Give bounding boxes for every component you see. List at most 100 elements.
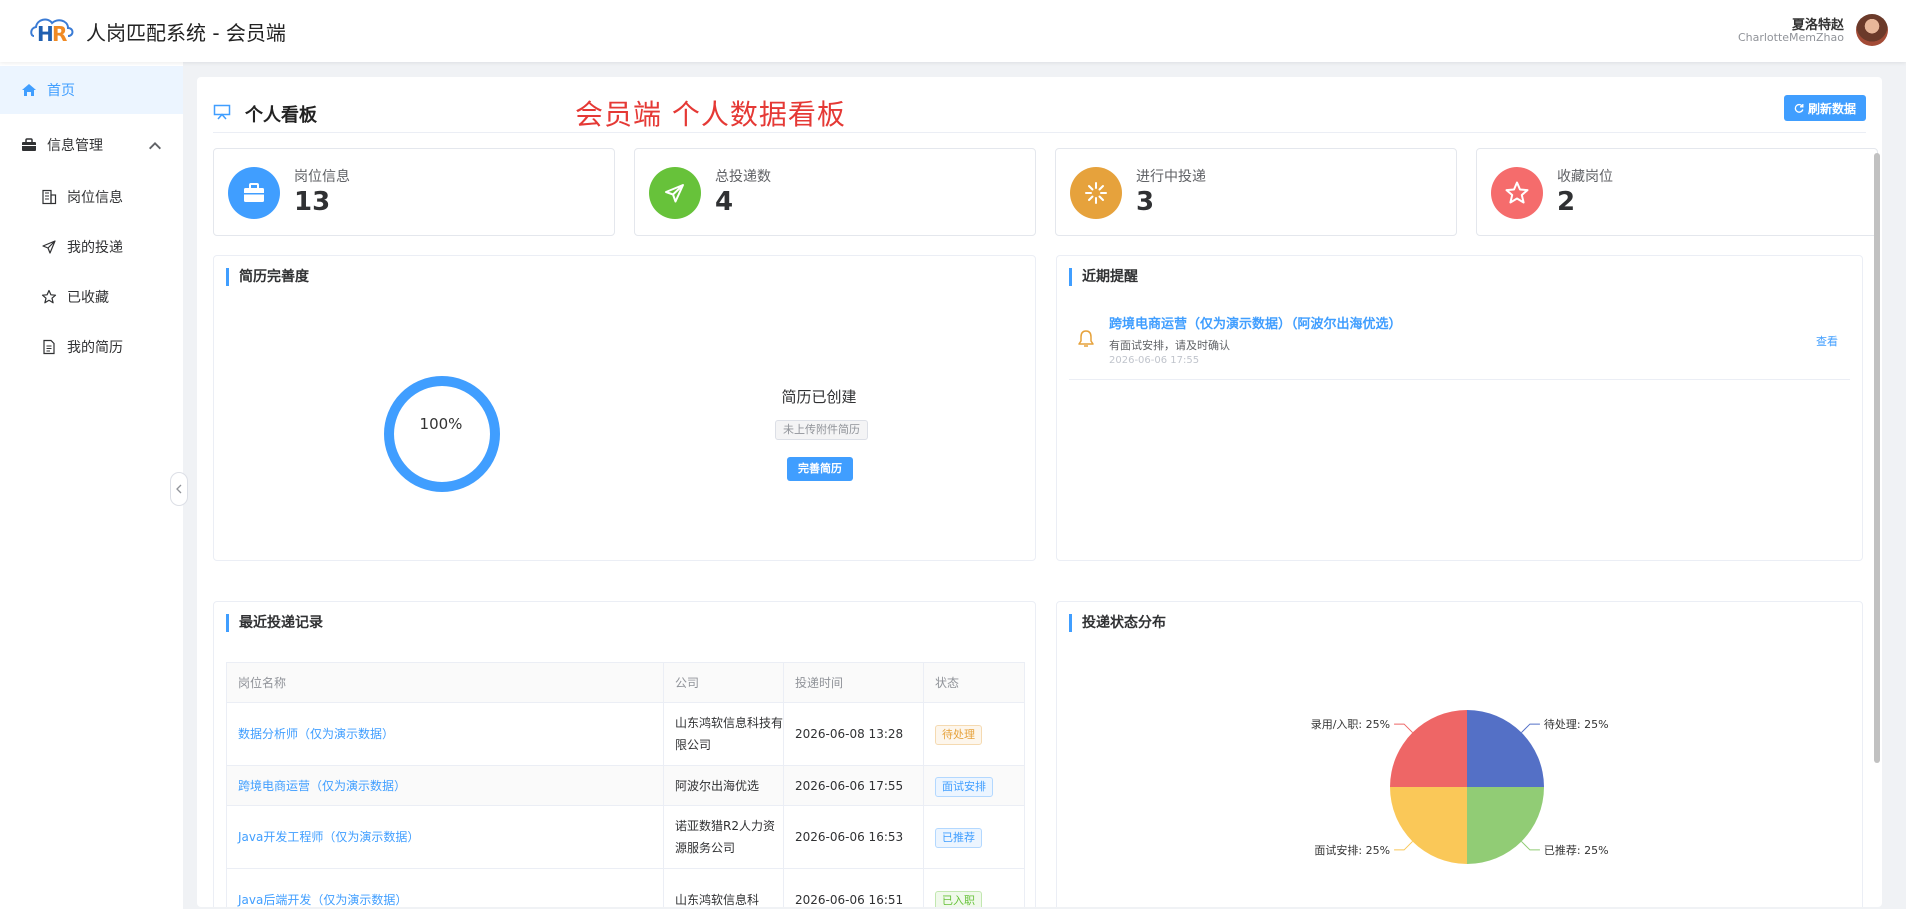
annotation-text: 会员端 个人数据看板 (575, 98, 846, 131)
job-name-link[interactable]: 数据分析师（仅为演示数据） (226, 702, 664, 766)
stat-card-favorites[interactable]: 收藏岗位 2 (1476, 148, 1878, 236)
pie-label-0: 待处理: 25% (1544, 717, 1609, 731)
reminder-title-link[interactable]: 跨境电商运营（仅为演示数据）（阿波尔出海优选） (1109, 313, 1402, 332)
resume-completeness-panel: 简历完善度 100% 简历已创建 未上传附件简历 完善简历 (213, 255, 1036, 561)
sidebar-group-label: 信息管理 (47, 138, 103, 154)
star-icon (41, 289, 57, 304)
home-icon (22, 84, 36, 96)
recent-applications-panel: 最近投递记录 岗位名称 公司 投递时间 状态 数据分析师（仅为演示数据） 山东鸿… (213, 601, 1036, 907)
status-cell: 已入职 (923, 868, 1025, 907)
status-pie-chart: 待处理: 25% 已推荐: 25% 面试安排: 25% 录用/入职: 25% (1311, 710, 1609, 864)
resume-status-text: 简历已创建 (781, 388, 857, 406)
briefcase-icon (22, 138, 36, 151)
time-cell: 2026-06-06 16:53 (783, 805, 924, 869)
status-badge: 已入职 (935, 891, 982, 907)
status-badge: 面试安排 (935, 776, 993, 797)
stat-value: 13 (294, 187, 331, 217)
vertical-scrollbar[interactable] (1874, 153, 1880, 763)
company-cell: 山东鸿软信息科技有限公司 (663, 702, 784, 766)
table-row: Java后端开发（仅为演示数据） 山东鸿软信息科 2026-06-06 16:5… (226, 868, 1025, 907)
stat-label: 岗位信息 (294, 169, 350, 185)
sidebar-item-label: 已收藏 (67, 290, 109, 306)
reminder-description: 有面试安排，请及时确认 (1109, 339, 1230, 352)
table-row: 跨境电商运营（仅为演示数据） 阿波尔出海优选 2026-06-06 17:55 … (226, 765, 1025, 806)
complete-resume-button[interactable]: 完善简历 (787, 457, 853, 481)
stat-label: 收藏岗位 (1557, 169, 1613, 185)
sidebar-item-label: 我的投递 (67, 240, 123, 256)
applications-table: 岗位名称 公司 投递时间 状态 数据分析师（仅为演示数据） 山东鸿软信息科技有限… (226, 662, 1025, 907)
stat-value: 2 (1557, 187, 1576, 217)
loading-icon (1085, 182, 1107, 204)
status-cell: 面试安排 (923, 765, 1025, 806)
attachment-status-tag: 未上传附件简历 (775, 420, 868, 440)
send-icon (42, 240, 56, 254)
pie-slice-1[interactable] (1467, 787, 1544, 864)
sidebar-item-favorites[interactable]: 已收藏 (0, 275, 183, 319)
sidebar-item-my-resume[interactable]: 我的简历 (0, 325, 183, 369)
stat-card-total-applications[interactable]: 总投递数 4 (634, 148, 1036, 236)
stat-card-in-progress[interactable]: 进行中投递 3 (1055, 148, 1457, 236)
job-name-link[interactable]: Java后端开发（仅为演示数据） (226, 868, 664, 907)
column-header: 投递时间 (783, 662, 924, 703)
resume-progress-ring (384, 376, 500, 492)
pie-slice-0[interactable] (1467, 710, 1544, 787)
dashboard-container: 个人看板 会员端 个人数据看板 刷新数据 岗位信息 13 总投递数 4 进行中投… (197, 77, 1882, 907)
pie-slice-2[interactable] (1390, 787, 1467, 864)
job-name-link[interactable]: Java开发工程师（仅为演示数据） (226, 805, 664, 869)
page-header: 个人看板 会员端 个人数据看板 刷新数据 (213, 91, 1866, 133)
chevron-up-icon (149, 142, 161, 150)
refresh-data-button[interactable]: 刷新数据 (1783, 95, 1866, 121)
sidebar-collapse-button[interactable] (170, 472, 188, 506)
table-row: Java开发工程师（仅为演示数据） 诺亚数猎R2人力资源服务公司 2026-06… (226, 805, 1025, 869)
table-row: 数据分析师（仅为演示数据） 山东鸿软信息科技有限公司 2026-06-08 13… (226, 702, 1025, 766)
sidebar-group-info-management[interactable]: 信息管理 (0, 121, 183, 169)
resume-percent-text: 100% (419, 415, 463, 433)
status-distribution-panel: 投递状态分布 待处理: 25% 已推荐: 25% 面试安排: 25% 录用/入职: 2… (1056, 601, 1863, 907)
stat-icon-circle (1070, 167, 1122, 219)
divider (1069, 379, 1850, 380)
pie-label-line-1 (1521, 841, 1540, 851)
sidebar-item-my-applications[interactable]: 我的投递 (0, 225, 183, 269)
pie-slice-3[interactable] (1390, 710, 1467, 787)
reminders-panel: 近期提醒 跨境电商运营（仅为演示数据）（阿波尔出海优选） 有面试安排，请及时确认… (1056, 255, 1863, 561)
sidebar-item-label: 我的简历 (67, 340, 123, 356)
top-header: H R 人岗匹配系统 - 会员端 夏洛特赵 CharlotteMemZhao (0, 0, 1906, 62)
table-header-row: 岗位名称 公司 投递时间 状态 (226, 662, 1025, 703)
job-name-link[interactable]: 跨境电商运营（仅为演示数据） (226, 765, 664, 806)
sidebar-item-jobs[interactable]: 岗位信息 (0, 175, 183, 219)
reminder-view-link[interactable]: 查看 (1816, 333, 1838, 349)
building-icon (42, 189, 57, 205)
sidebar-item-label: 岗位信息 (67, 190, 123, 206)
stat-icon-circle (649, 167, 701, 219)
bell-icon (1078, 330, 1094, 347)
panel-title: 近期提醒 (1069, 268, 1138, 286)
time-cell: 2026-06-06 17:55 (783, 765, 924, 806)
stat-icon-circle (228, 167, 280, 219)
pie-label-line-3 (1394, 723, 1413, 733)
stat-icon-circle (1491, 167, 1543, 219)
stat-value: 4 (715, 187, 734, 217)
column-header: 岗位名称 (226, 662, 664, 703)
stat-label: 总投递数 (715, 169, 771, 185)
status-cell: 已推荐 (923, 805, 1025, 869)
avatar[interactable] (1856, 14, 1888, 46)
app-title: 人岗匹配系统 - 会员端 (86, 21, 286, 45)
refresh-label: 刷新数据 (1807, 101, 1856, 116)
refresh-icon (1794, 103, 1804, 113)
resume-progress-arc (384, 376, 500, 492)
time-cell: 2026-06-06 16:51 (783, 868, 924, 907)
pie-label-line-2 (1394, 841, 1413, 851)
pie-label-3: 录用/入职: 25% (1311, 718, 1390, 731)
pie-label-line-0 (1521, 723, 1540, 733)
chevron-left-icon (176, 484, 182, 494)
panel-title: 最近投递记录 (226, 614, 323, 632)
pie-label-2: 面试安排: 25% (1314, 843, 1390, 857)
stat-card-jobs[interactable]: 岗位信息 13 (213, 148, 615, 236)
page-title: 个人看板 (245, 105, 317, 126)
hr-logo: H R (30, 18, 74, 46)
reminder-time: 2026-06-06 17:55 (1109, 355, 1200, 366)
document-icon (43, 339, 55, 355)
sidebar-item-home[interactable]: 首页 (0, 66, 183, 114)
status-badge: 已推荐 (935, 828, 982, 848)
user-username[interactable]: CharlotteMemZhao (1738, 31, 1844, 44)
